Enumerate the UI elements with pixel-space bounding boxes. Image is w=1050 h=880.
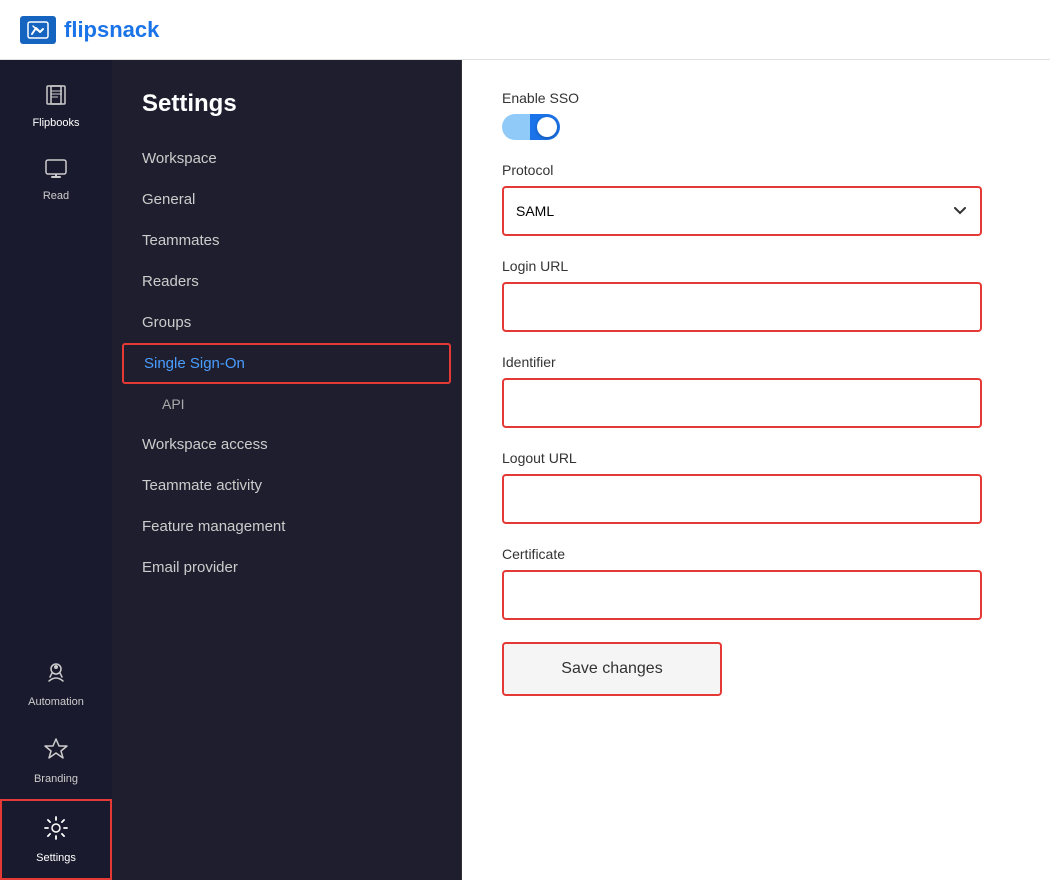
sidebar-item-api[interactable]: API xyxy=(112,384,461,424)
save-button-wrapper: Save changes xyxy=(502,642,982,696)
settings-sidebar: Settings Workspace General Teammates Rea… xyxy=(112,60,462,880)
protocol-field-group: Protocol SAML OAuth OIDC xyxy=(502,162,982,236)
sidebar-item-readers[interactable]: Readers xyxy=(112,261,461,302)
enable-sso-section: Enable SSO xyxy=(502,90,982,140)
nav-item-automation[interactable]: Automation xyxy=(0,645,112,722)
flipbooks-icon xyxy=(43,84,69,112)
sidebar-item-single-sign-on[interactable]: Single Sign-On xyxy=(122,343,451,384)
identifier-input[interactable] xyxy=(502,378,982,428)
logo-icon xyxy=(20,16,56,44)
save-changes-button[interactable]: Save changes xyxy=(502,642,722,696)
logout-url-input[interactable] xyxy=(502,474,982,524)
certificate-label: Certificate xyxy=(502,546,982,562)
certificate-input[interactable] xyxy=(502,570,982,620)
sso-toggle-wrapper xyxy=(502,114,982,140)
sidebar-item-email-provider[interactable]: Email provider xyxy=(112,547,461,588)
main-layout: Flipbooks Read xyxy=(0,60,1050,880)
read-icon xyxy=(44,157,68,185)
sidebar-item-teammate-activity[interactable]: Teammate activity xyxy=(112,465,461,506)
login-url-input[interactable] xyxy=(502,282,982,332)
nav-label-settings: Settings xyxy=(36,852,76,864)
logo-text: flipsnack xyxy=(64,17,159,43)
logo: flipsnack xyxy=(20,16,159,44)
sidebar-item-feature-management[interactable]: Feature management xyxy=(112,506,461,547)
logout-url-field-group: Logout URL xyxy=(502,450,982,524)
protocol-select[interactable]: SAML OAuth OIDC xyxy=(502,186,982,236)
nav-label-branding: Branding xyxy=(34,773,78,785)
sidebar-item-groups[interactable]: Groups xyxy=(112,302,461,343)
app-header: flipsnack xyxy=(0,0,1050,60)
sidebar-title: Settings xyxy=(112,80,461,138)
login-url-label: Login URL xyxy=(502,258,982,274)
login-url-field-group: Login URL xyxy=(502,258,982,332)
automation-icon xyxy=(43,659,69,691)
protocol-label: Protocol xyxy=(502,162,982,178)
nav-item-flipbooks[interactable]: Flipbooks xyxy=(0,70,112,143)
sso-toggle[interactable] xyxy=(502,114,560,140)
sso-form: Enable SSO Protocol SAML OAuth OIDC xyxy=(502,90,982,696)
sidebar-item-teammates[interactable]: Teammates xyxy=(112,220,461,261)
nav-label-flipbooks: Flipbooks xyxy=(32,117,79,129)
nav-item-read[interactable]: Read xyxy=(0,143,112,216)
sidebar-item-workspace-access[interactable]: Workspace access xyxy=(112,424,461,465)
settings-icon xyxy=(43,815,69,847)
nav-item-settings[interactable]: Settings xyxy=(0,799,112,880)
identifier-field-group: Identifier xyxy=(502,354,982,428)
sidebar-item-general[interactable]: General xyxy=(112,179,461,220)
nav-item-branding[interactable]: Branding xyxy=(0,722,112,799)
identifier-label: Identifier xyxy=(502,354,982,370)
nav-label-automation: Automation xyxy=(28,696,84,708)
nav-label-read: Read xyxy=(43,190,69,202)
enable-sso-label: Enable SSO xyxy=(502,90,982,106)
icon-nav: Flipbooks Read xyxy=(0,60,112,880)
content-area: Enable SSO Protocol SAML OAuth OIDC xyxy=(462,60,1050,880)
certificate-field-group: Certificate xyxy=(502,546,982,620)
branding-icon xyxy=(43,736,69,768)
logout-url-label: Logout URL xyxy=(502,450,982,466)
sidebar-item-workspace[interactable]: Workspace xyxy=(112,138,461,179)
